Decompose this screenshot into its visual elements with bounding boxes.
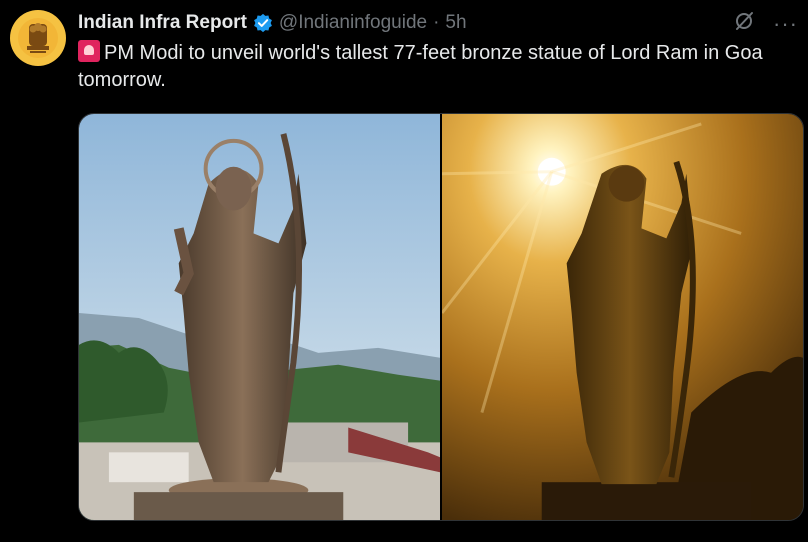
tweet-actions-top: ··· [733,10,798,37]
tweet-header: Indian Infra Report @Indianinfoguide · 5… [78,11,467,35]
author-name[interactable]: Indian Infra Report [78,12,247,34]
grok-icon[interactable] [733,10,755,37]
media-grid [78,113,804,521]
statue-daylight-photo[interactable] [79,114,440,520]
avatar[interactable] [10,10,66,66]
separator-dot: · [433,12,440,33]
police-siren-icon [78,40,100,62]
more-options-icon[interactable]: ··· [773,12,798,35]
emblem-icon [18,18,58,58]
author-handle[interactable]: @Indianinfoguide [279,12,427,34]
statue-golden-sunlight-photo[interactable] [442,114,803,520]
tweet-text: PM Modi to unveil world's tallest 77-fee… [78,40,798,94]
timestamp[interactable]: 5h [445,12,466,34]
verified-badge-icon [253,13,273,33]
tweet-body: PM Modi to unveil world's tallest 77-fee… [78,42,763,91]
